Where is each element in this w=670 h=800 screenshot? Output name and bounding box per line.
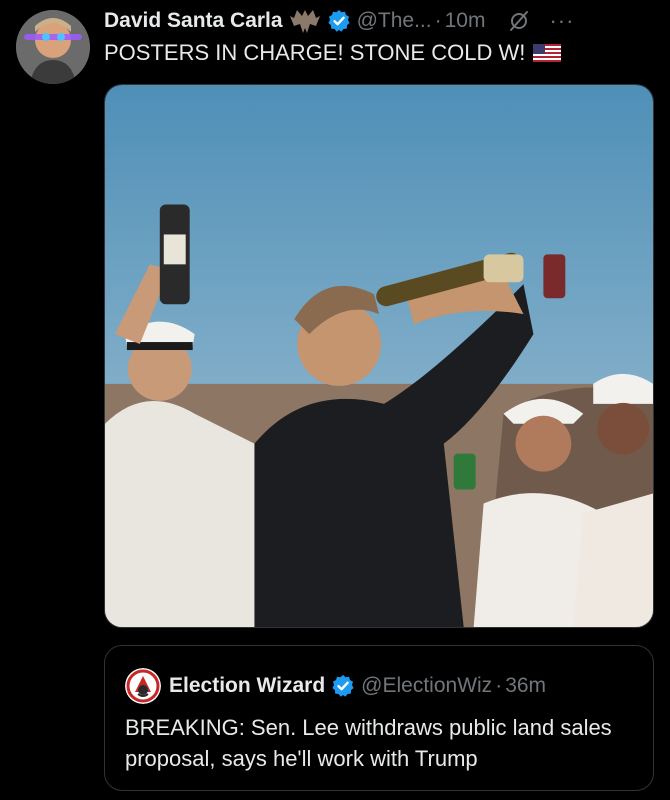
verified-badge-icon	[327, 10, 350, 32]
post-timestamp[interactable]: 10m	[445, 9, 486, 33]
us-flag-icon	[533, 44, 562, 62]
quoted-post-header: Election Wizard @ElectionWiz · 36m	[125, 668, 546, 704]
grok-icon[interactable]	[507, 9, 531, 33]
quoted-post-timestamp[interactable]: 36m	[505, 674, 546, 698]
quoted-post-text: BREAKING: Sen. Lee withdraws public land…	[125, 715, 612, 771]
quoted-author-name[interactable]: Election Wizard	[169, 674, 325, 698]
separator-dot: ·	[495, 674, 503, 697]
quoted-post[interactable]: Election Wizard @ElectionWiz · 36m BREAK…	[104, 645, 654, 791]
more-options-icon[interactable]: ···	[549, 8, 574, 34]
quoted-author-handle[interactable]: @ElectionWiz	[361, 674, 492, 698]
post-text-content: POSTERS IN CHARGE! STONE COLD W!	[104, 40, 526, 65]
post-text: POSTERS IN CHARGE! STONE COLD W!	[104, 40, 562, 66]
separator-dot: ·	[434, 9, 442, 32]
verified-badge-icon	[332, 675, 354, 697]
bat-icon	[289, 10, 320, 33]
author-avatar[interactable]	[16, 10, 90, 84]
author-handle[interactable]: @The...	[357, 9, 432, 33]
author-name[interactable]: David Santa Carla	[104, 9, 283, 33]
post-header: David Santa Carla @The... · 10m ···	[104, 4, 662, 38]
post-image[interactable]	[104, 84, 654, 628]
quoted-author-avatar[interactable]	[125, 668, 161, 704]
